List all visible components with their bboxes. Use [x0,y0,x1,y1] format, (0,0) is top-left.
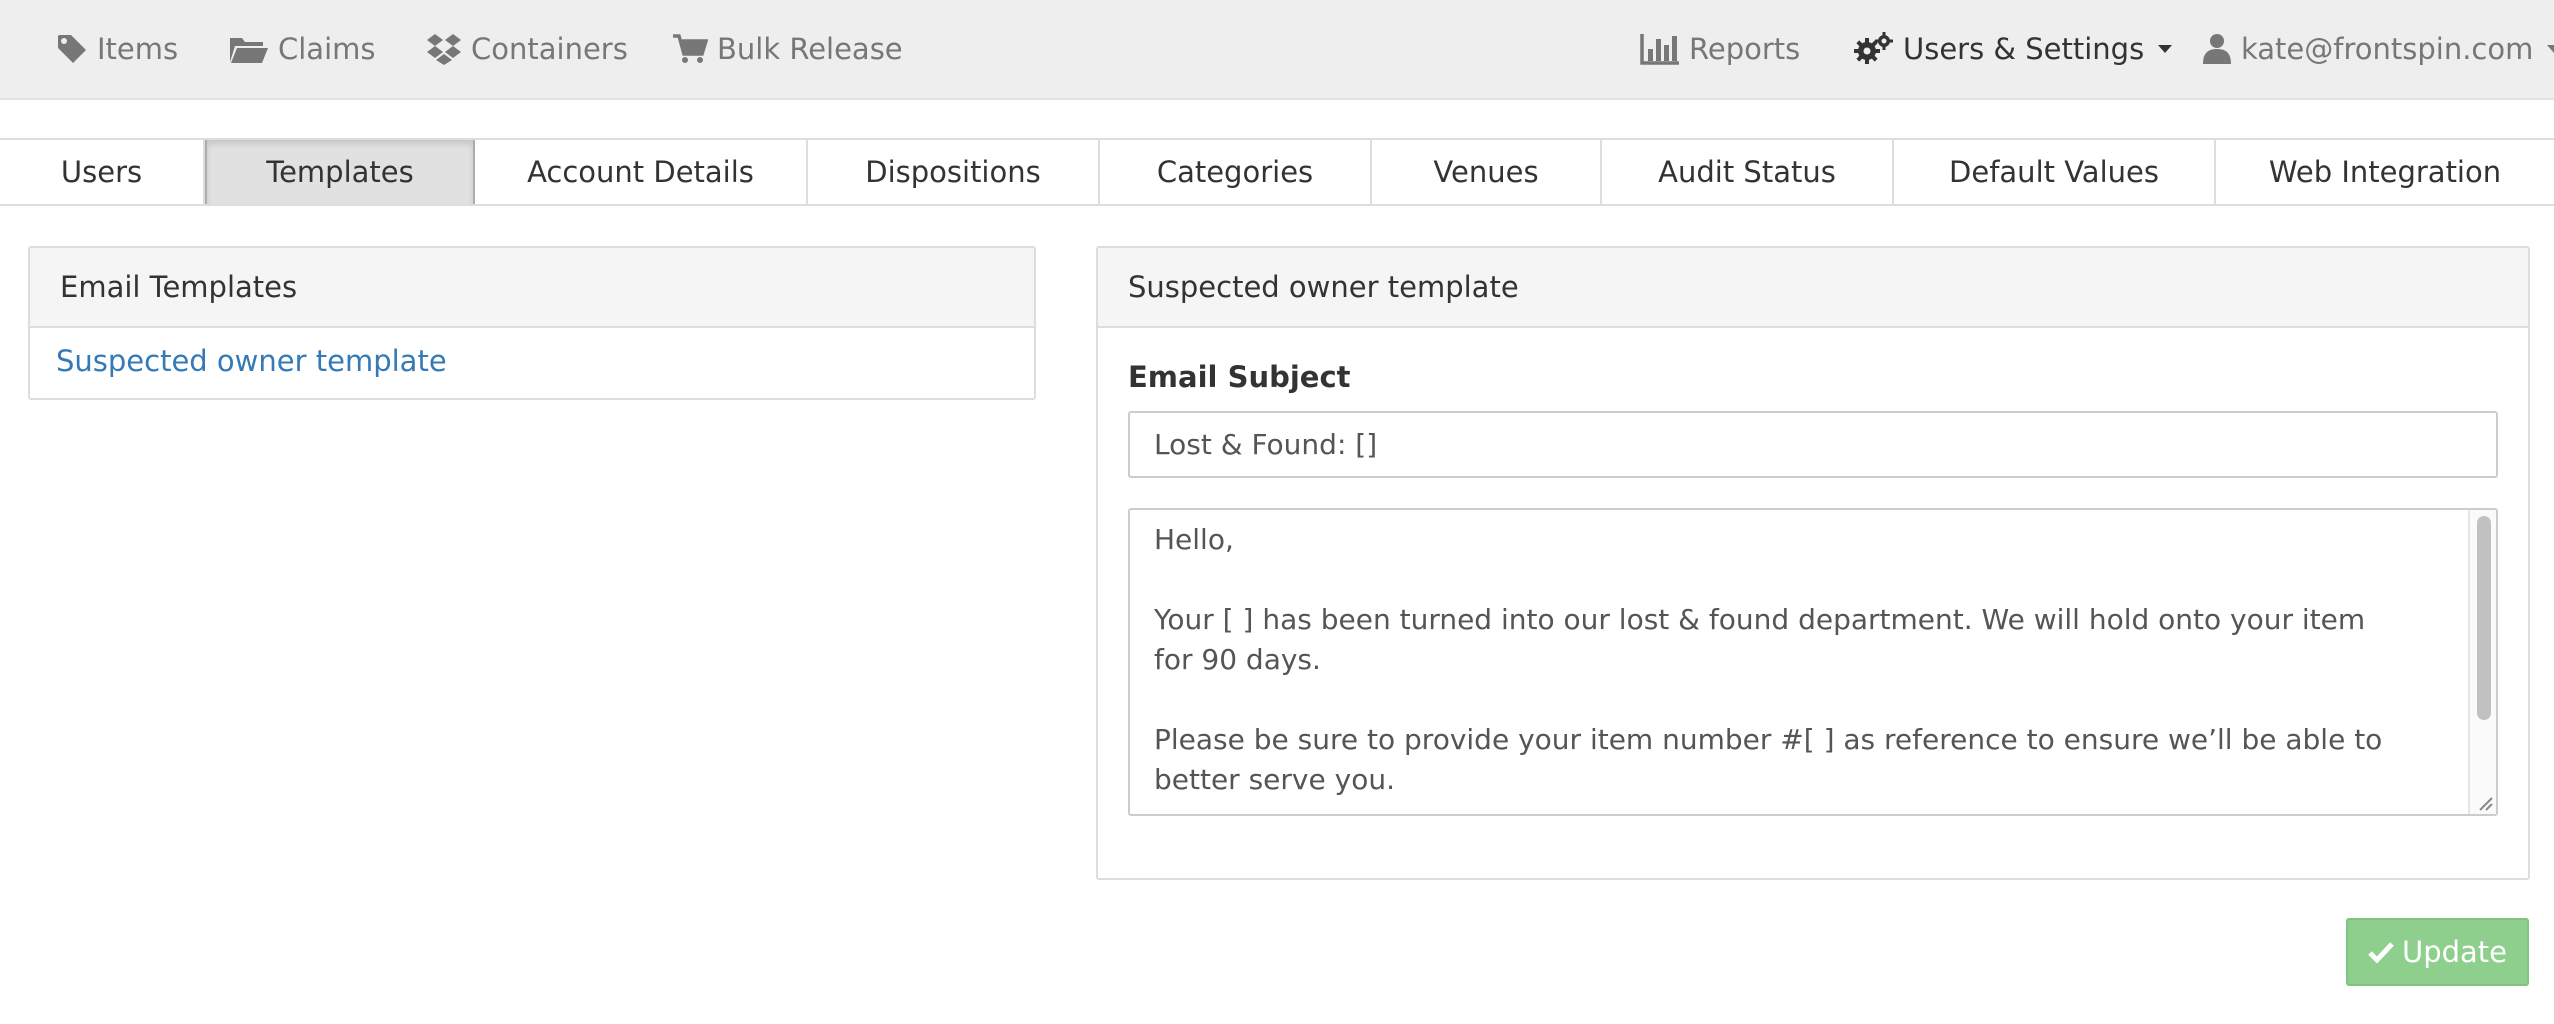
tab-default-values[interactable]: Default Values [1894,140,2216,204]
nav-containers-label: Containers [471,32,628,66]
nav-user-email: kate@frontspin.com [2241,32,2534,66]
chevron-down-icon [2158,45,2173,53]
nav-bulk-release-label: Bulk Release [717,32,903,66]
tab-label: Audit Status [1658,155,1836,189]
tab-label: Web Integration [2268,155,2502,189]
panel-heading: Suspected owner template [1098,248,2528,328]
scrollbar-thumb[interactable] [2477,516,2491,720]
nav-users-settings-label: Users & Settings [1903,32,2145,66]
nav-claims-link[interactable]: Claims [229,0,376,98]
tab-label: Default Values [1949,155,2159,189]
tab-dispositions[interactable]: Dispositions [808,140,1100,204]
tab-categories[interactable]: Categories [1100,140,1372,204]
check-icon [2368,941,2394,963]
nav-reports-label: Reports [1689,32,1801,66]
update-button[interactable]: Update [2346,918,2529,986]
nav-items-link[interactable]: Items [56,0,178,98]
tab-label: Venues [1433,155,1539,189]
tab-templates[interactable]: Templates [205,140,475,204]
nav-users-settings-dropdown[interactable]: Users & Settings [1852,0,2173,98]
nav-user-menu[interactable]: kate@frontspin.com [2202,0,2554,98]
email-body-text: Hello, Your [ ] has been turned into our… [1154,523,2383,796]
email-templates-panel: Email Templates Suspected owner template [28,246,1036,400]
email-subject-input[interactable] [1128,411,2498,478]
nav-claims-label: Claims [278,32,376,66]
email-body-textarea[interactable]: Hello, Your [ ] has been turned into our… [1128,508,2498,816]
nav-reports-link[interactable]: Reports [1640,0,1800,98]
nav-items-label: Items [97,32,179,66]
tab-audit-status[interactable]: Audit Status [1602,140,1894,204]
panel-heading: Email Templates [30,248,1034,328]
email-subject-label: Email Subject [1128,360,1351,394]
tab-web-integration[interactable]: Web Integration [2216,140,2554,204]
tab-label: Account Details [527,155,754,189]
gears-icon [1852,31,1894,67]
update-button-label: Update [2401,935,2508,969]
panel-title: Email Templates [60,270,298,304]
tab-venues[interactable]: Venues [1372,140,1602,204]
tab-label: Dispositions [865,155,1041,189]
textarea-scrollbar[interactable] [2468,510,2496,814]
user-icon [2202,33,2232,65]
top-navbar: Items Claims Containers Bulk Release Rep… [0,0,2554,100]
folder-open-icon [229,34,269,64]
nav-bulk-release-link[interactable]: Bulk Release [672,0,903,98]
chevron-down-icon [2547,45,2554,53]
bar-chart-icon [1640,33,1680,65]
shopping-cart-icon [672,33,708,65]
tab-account-details[interactable]: Account Details [475,140,808,204]
resize-grip-icon[interactable] [2474,792,2494,812]
tab-label: Categories [1156,155,1314,189]
tab-users[interactable]: Users [0,140,205,204]
settings-tabs: Users Templates Account Details Disposit… [0,138,2554,206]
template-link-suspected-owner[interactable]: Suspected owner template [56,344,447,378]
tab-label: Templates [266,155,414,189]
tab-label: Users [60,155,143,189]
dropbox-icon [426,33,462,65]
tag-icon [56,33,88,65]
nav-containers-link[interactable]: Containers [426,0,628,98]
panel-title: Suspected owner template [1128,270,1519,304]
